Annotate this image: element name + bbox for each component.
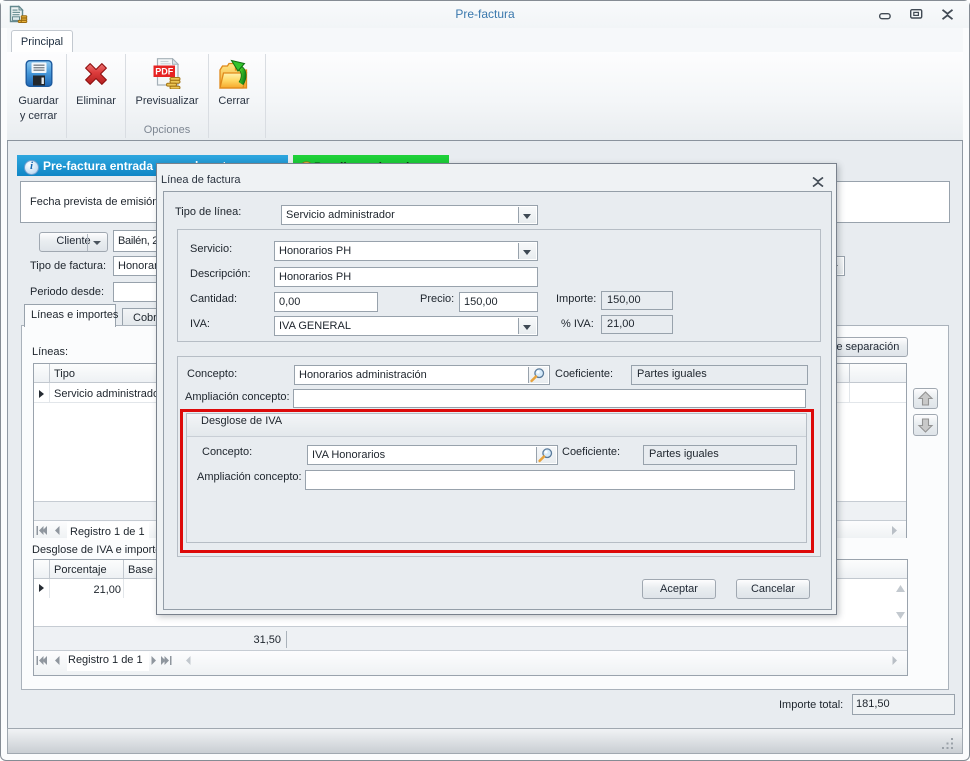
- svg-text:PDF: PDF: [155, 67, 174, 77]
